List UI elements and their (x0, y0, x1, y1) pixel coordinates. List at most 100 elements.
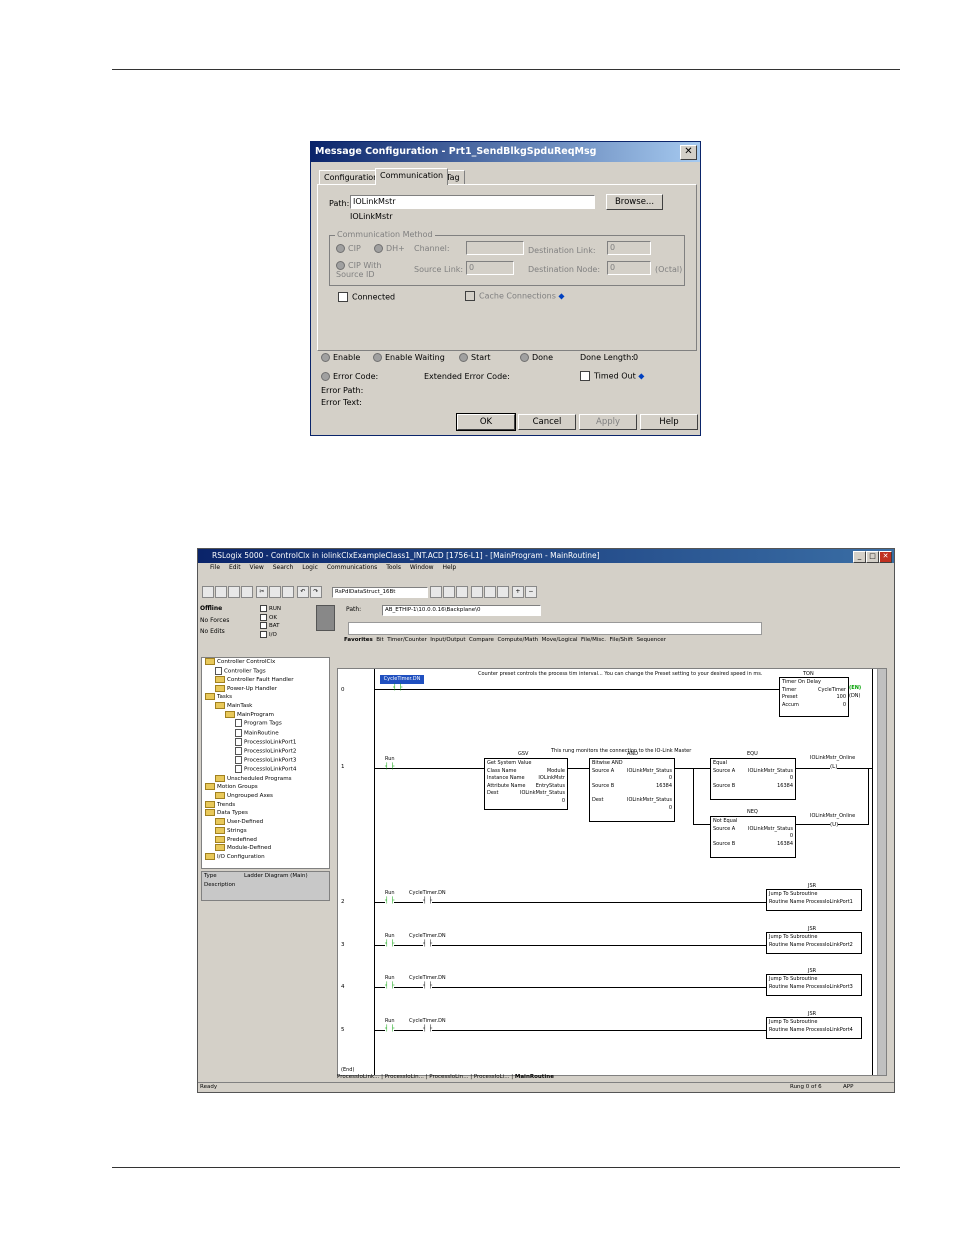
jsr-block[interactable]: Jump To Subroutine Routine Name ProcessI… (766, 1017, 862, 1039)
channel-select[interactable] (466, 241, 524, 255)
rung-1-contact[interactable]: ┤ ├ (385, 763, 394, 770)
instr-tab-move[interactable]: Move/Logical (542, 637, 578, 643)
find-next-icon[interactable] (443, 586, 455, 598)
instr-tab-favorites[interactable]: Favorites (344, 637, 373, 643)
jsr-block[interactable]: Jump To Subroutine Routine Name ProcessI… (766, 932, 862, 954)
tree-item[interactable]: Data Types (202, 809, 329, 818)
source-link-input[interactable]: 0 (466, 261, 514, 275)
instr-tab-file-misc[interactable]: File/Misc. (581, 637, 606, 643)
menu-window[interactable]: Window (410, 564, 434, 571)
neq-block[interactable]: Not Equal Source A IOLinkMstr_Status 0 So… (710, 816, 796, 858)
coil-unlatch[interactable]: (U) (830, 822, 839, 828)
routine-tab[interactable]: ProcessIoLin... (385, 1074, 424, 1080)
run-contact[interactable]: ┤ ├ (385, 1025, 395, 1032)
copy-icon[interactable] (268, 586, 281, 598)
tree-item[interactable]: Predefined (202, 835, 329, 845)
routine-tab[interactable]: ProcessIoLink... (337, 1074, 379, 1080)
menu-communications[interactable]: Communications (327, 564, 377, 571)
rung-0-contact[interactable]: ┤ ├ (393, 684, 402, 691)
tree-item[interactable]: Module-Defined (202, 844, 329, 853)
rung-0-contact-tag[interactable]: CycleTimer.DN (380, 675, 424, 684)
find-icon[interactable] (430, 586, 442, 598)
menu-tools[interactable]: Tools (386, 564, 401, 571)
save-icon[interactable] (228, 586, 240, 598)
path-input[interactable]: AB_ETHIP-1\10.0.0.16\Backplane\0 (382, 605, 541, 616)
instr-tab-compare[interactable]: Compare (469, 637, 494, 643)
minimize-icon[interactable]: _ (853, 551, 866, 563)
dn-contact[interactable]: ┤ ├ (423, 982, 433, 989)
tag-editor-icon[interactable] (496, 586, 509, 598)
tree-item[interactable]: ProcessIoLinkPort2 (202, 747, 329, 756)
instr-tab-file-shift[interactable]: File/Shift (610, 637, 634, 643)
undo-icon[interactable]: ↶ (296, 586, 309, 598)
cip-radio[interactable]: CIP (336, 244, 361, 253)
routine-tab[interactable]: ProcessIoLin... (429, 1074, 468, 1080)
open-icon[interactable] (215, 586, 227, 598)
tab-communication[interactable]: Communication (375, 168, 449, 185)
equ-block[interactable]: Equal Source A IOLinkMstr_Status 0 Source… (710, 758, 796, 800)
jsr-block[interactable]: Jump To Subroutine Routine Name ProcessI… (766, 889, 862, 911)
routine-tab[interactable]: ProcessIoLi... (474, 1074, 510, 1080)
dest-link-input[interactable]: 0 (607, 241, 651, 255)
tree-item[interactable]: ProcessIoLinkPort3 (202, 756, 329, 765)
instr-tab-bit[interactable]: Bit (376, 637, 383, 643)
instr-tab-math[interactable]: Compute/Math (497, 637, 538, 643)
help-button[interactable]: Help (640, 414, 698, 430)
tree-item[interactable]: Motion Groups (202, 783, 329, 792)
tab-configuration[interactable]: Configuration (319, 170, 384, 185)
tree-item[interactable]: ProcessIoLinkPort1 (202, 737, 329, 747)
tree-item[interactable]: MainRoutine (202, 728, 329, 738)
cip-source-radio[interactable]: CIP With Source ID (336, 261, 396, 279)
menu-file[interactable]: File (210, 564, 220, 571)
menu-search[interactable]: Search (273, 564, 294, 571)
instr-tab-io[interactable]: Input/Output (430, 637, 465, 643)
run-contact[interactable]: ┤ ├ (385, 940, 395, 947)
jsr-block[interactable]: Jump To Subroutine Routine Name ProcessI… (766, 974, 862, 996)
dhplus-radio[interactable]: DH+ (374, 244, 405, 253)
tree-item[interactable]: Power-Up Handler (202, 684, 329, 694)
run-contact[interactable]: ┤ ├ (385, 897, 395, 904)
zoom-out-icon[interactable]: − (524, 586, 537, 598)
run-contact[interactable]: ┤ ├ (385, 982, 395, 989)
dn-contact[interactable]: ┤ ├ (423, 940, 433, 947)
tag-combo[interactable]: RsPdlDataStruct_16Bt (332, 587, 428, 598)
menu-view[interactable]: View (250, 564, 264, 571)
tree-item[interactable]: Tasks (202, 693, 329, 702)
print-icon[interactable] (241, 586, 253, 598)
menu-edit[interactable]: Edit (229, 564, 241, 571)
tree-item[interactable]: Strings (202, 826, 329, 836)
zoom-in-icon[interactable]: + (511, 586, 524, 598)
maximize-icon[interactable]: □ (866, 551, 879, 563)
verify-icon[interactable] (470, 586, 483, 598)
tree-item[interactable]: I/O Configuration (202, 852, 329, 862)
find-prev-icon[interactable] (456, 586, 468, 598)
tree-item[interactable]: MainTask (202, 702, 329, 711)
browse-button[interactable]: Browse... (606, 194, 663, 210)
tree-item[interactable]: Controller ControlClx (202, 658, 329, 667)
ok-button[interactable]: OK (456, 413, 516, 431)
dn-contact[interactable]: ┤ ├ (423, 897, 433, 904)
menu-help[interactable]: Help (442, 564, 456, 571)
coil-latch[interactable]: (L) (830, 764, 838, 770)
verify-all-icon[interactable] (483, 586, 496, 598)
ton-block[interactable]: Timer On Delay Timer CycleTimer Preset 100… (779, 677, 849, 717)
gsv-block[interactable]: Get System Value Class Name Module Instan… (484, 758, 568, 810)
tree-item[interactable]: MainProgram (202, 710, 329, 720)
tree-item[interactable]: Ungrouped Axes (202, 792, 329, 801)
menu-logic[interactable]: Logic (302, 564, 318, 571)
dn-contact[interactable]: ┤ ├ (423, 1025, 433, 1032)
connected-checkbox[interactable]: Connected (338, 292, 395, 302)
cut-icon[interactable]: ✂ (255, 586, 268, 598)
routine-tab-active[interactable]: MainRoutine (515, 1074, 554, 1080)
cancel-button[interactable]: Cancel (518, 414, 576, 430)
instr-tab-sequencer[interactable]: Sequencer (637, 637, 666, 643)
tree-item[interactable]: User-Defined (202, 818, 329, 827)
path-input[interactable]: IOLinkMstr (350, 195, 595, 209)
new-icon[interactable] (202, 586, 214, 598)
instr-tab-timer[interactable]: Timer/Counter (387, 637, 427, 643)
cache-checkbox[interactable]: Cache Connections ◆ (465, 291, 565, 301)
and-block[interactable]: Bitwise AND Source A IOLinkMstr_Status 0 … (589, 758, 675, 822)
tree-item[interactable]: Unscheduled Programs (202, 774, 329, 784)
apply-button[interactable]: Apply (579, 414, 637, 430)
tree-item[interactable]: Controller Fault Handler (202, 675, 329, 685)
